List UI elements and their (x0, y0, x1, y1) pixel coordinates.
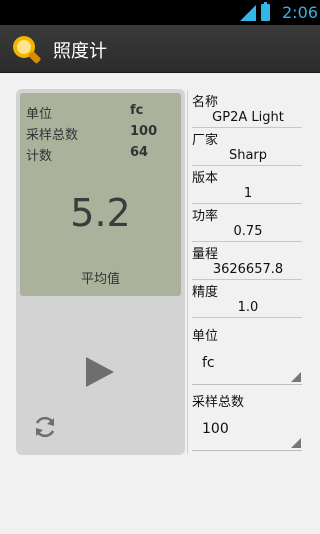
app-title: 照度计 (53, 41, 107, 62)
battery-icon (261, 2, 270, 21)
spinner-arrow-icon (291, 372, 301, 382)
range-value: 3626657.8 (212, 262, 284, 277)
divider (192, 279, 302, 280)
precision-label: 精度 (192, 285, 219, 300)
lcd-samples-label: 采样总数 (26, 128, 79, 143)
unit-selected-value: fc (202, 355, 215, 371)
power-value: 0.75 (233, 224, 263, 239)
lcd-caption: 平均值 (80, 272, 120, 287)
vendor-value: Sharp (228, 148, 268, 163)
status-bar: 2:06 (0, 0, 320, 25)
name-value: GP2A Light (212, 110, 284, 125)
unit-label: 单位 (192, 329, 219, 344)
status-time: 2:06 (282, 3, 318, 22)
play-icon[interactable] (86, 357, 114, 387)
lcd-count-label: 计数 (26, 149, 53, 164)
divider (192, 203, 302, 204)
signal-icon (240, 5, 256, 21)
divider (192, 127, 302, 128)
version-label: 版本 (192, 171, 219, 186)
samples-spinner[interactable]: 100 (192, 411, 302, 451)
version-value: 1 (243, 186, 253, 201)
samples-selected-value: 100 (202, 421, 229, 437)
power-label: 功率 (192, 209, 219, 224)
range-label: 量程 (192, 247, 219, 262)
light-bulb-icon[interactable] (11, 34, 43, 66)
name-label: 名称 (192, 95, 219, 110)
spinner-arrow-icon (291, 438, 301, 448)
divider (192, 241, 302, 242)
samples-label: 采样总数 (192, 395, 245, 410)
lcd-reading: 5.2 (70, 191, 131, 235)
meter-panel: 单位 fc 采样总数 100 计数 64 5.2 平均值 (16, 89, 185, 455)
divider (192, 165, 302, 166)
lcd-unit-value: fc (130, 103, 144, 118)
vendor-label: 厂家 (192, 133, 219, 148)
lcd-count-value: 64 (130, 145, 149, 160)
lcd-display: 单位 fc 采样总数 100 计数 64 5.2 平均值 (20, 93, 181, 296)
precision-value: 1.0 (237, 300, 259, 315)
refresh-icon[interactable] (32, 414, 58, 440)
divider (192, 317, 302, 318)
vertical-divider (187, 90, 188, 454)
lcd-unit-label: 单位 (26, 107, 53, 122)
lcd-samples-value: 100 (130, 124, 158, 139)
unit-spinner[interactable]: fc (192, 345, 302, 385)
app-bar: 照度计 (0, 25, 320, 73)
